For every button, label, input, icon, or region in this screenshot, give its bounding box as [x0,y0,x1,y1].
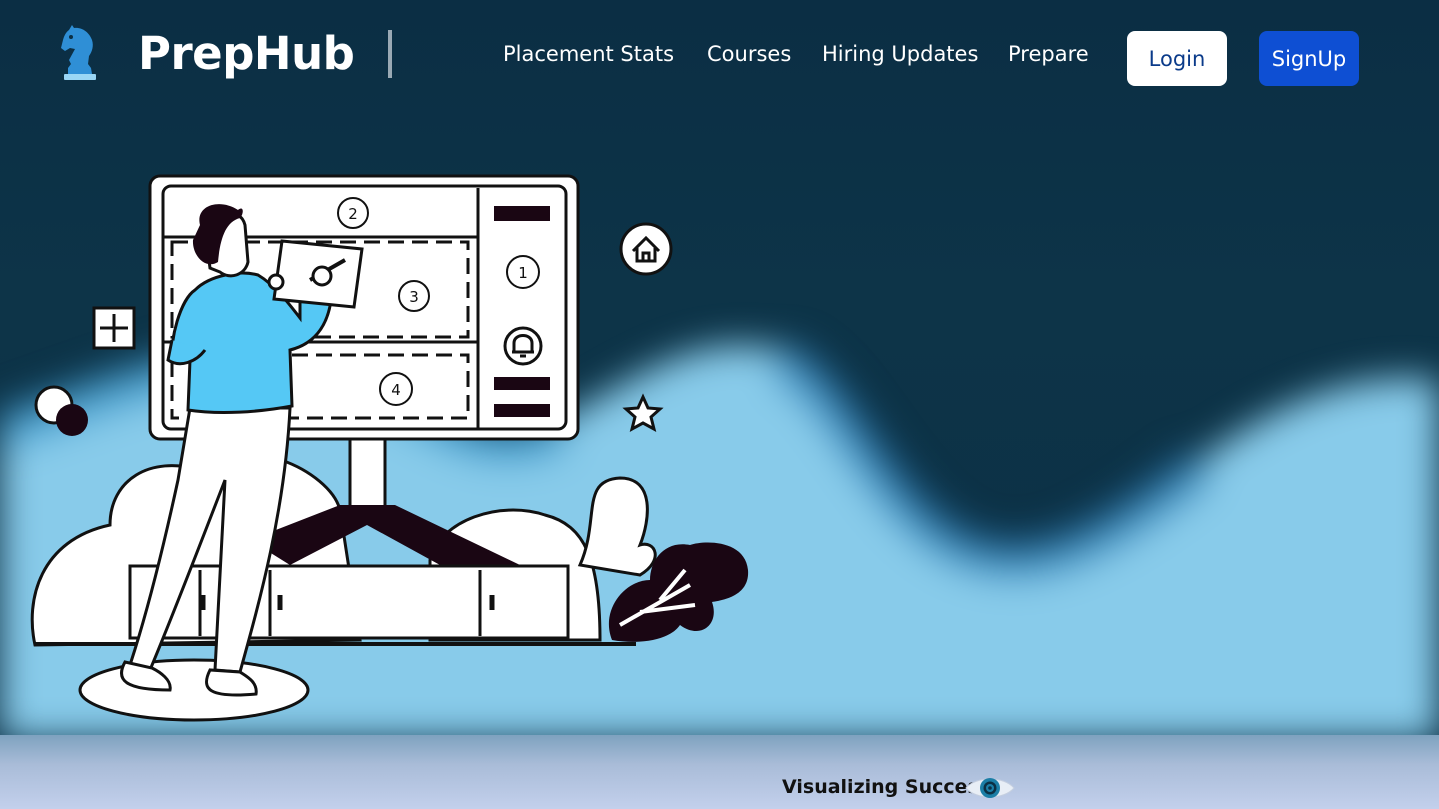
star-icon [622,393,664,432]
panel-number-1: 1 [518,264,528,282]
bottom-strip [0,735,1439,809]
bell-icon [503,326,543,366]
navbar: PrepHub Placement Stats Courses Hiring U… [0,0,1439,110]
home-icon [619,222,673,276]
signup-button[interactable]: SignUp [1259,31,1359,86]
brand-name[interactable]: PrepHub [138,27,355,80]
eye-icon [965,778,1015,798]
nav-link-placement-stats[interactable]: Placement Stats [503,42,674,66]
decor-circle-dark [56,404,88,436]
login-button[interactable]: Login [1127,31,1227,86]
panel-number-2: 2 [348,205,358,223]
nav-link-courses[interactable]: Courses [707,42,791,66]
brand-divider [388,30,392,78]
panel-number-4: 4 [391,381,401,399]
tagline-text: Visualizing Success [782,776,991,798]
chess-knight-icon[interactable] [58,24,102,82]
panel-number-3: 3 [409,288,419,306]
nav-link-hiring-updates[interactable]: Hiring Updates [822,42,978,66]
hero-illustration: 2 1 3 4 [30,174,749,722]
nav-link-prepare[interactable]: Prepare [1008,42,1089,66]
